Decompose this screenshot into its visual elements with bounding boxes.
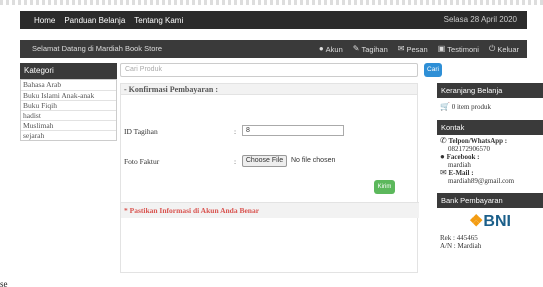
search-button[interactable]: Cari [424,63,442,77]
comment-icon: ▣ [437,44,446,53]
confirmation-title: - Konfirmasi Pembayaran : [121,84,417,95]
menu-keluar[interactable]: ⏻ Keluar [489,45,519,54]
payment-confirmation-panel: - Konfirmasi Pembayaran : ID Tagihan : 8… [120,83,419,273]
menu-keluar-label: Keluar [497,44,519,54]
category-item[interactable]: Muslimah [21,120,116,130]
cart-box: Keranjang Belanja 🛒 0 item produk [437,83,543,114]
category-item[interactable]: Bahasa Arab [21,80,116,90]
comment-icon: ● [440,152,445,161]
bank-box: Bank Pembayaran ❖BNI Rek : 445465 A/N : … [437,193,543,252]
kirim-button[interactable]: Kirim [374,180,395,194]
choose-file-button[interactable]: Choose File [242,155,287,167]
menu-akun-label: Akun [325,44,343,54]
current-date: Selasa 28 April 2020 [443,15,517,24]
user-menu: ● Akun ✎ Tagihan ✉ Pesan ▣ Testimoni ⏻ K… [319,40,519,58]
category-title: Kategori [20,63,117,79]
category-item[interactable]: Buku Fiqih [21,100,116,110]
cart-summary[interactable]: 🛒 0 item produk [437,98,543,114]
edit-icon: ✎ [352,44,360,53]
bank-body: ❖BNI Rek : 445465 A/N : Mardiah [437,208,543,252]
user-icon: ● [318,44,324,53]
bank-title: Bank Pembayaran [437,193,543,208]
phone-icon: ✆ [440,136,447,145]
menu-pesan-label: Pesan [406,44,428,54]
menu-tagihan[interactable]: ✎ Tagihan [353,45,388,54]
nav-tentang-link[interactable]: Tentang Kami [134,16,183,25]
phone-label: Telpon/WhatsApp : [448,137,508,145]
category-sidebar: Kategori Bahasa Arab Buku Islami Anak-an… [20,63,117,141]
cart-items: 0 item produk [451,103,491,111]
bni-logo-text: BNI [483,213,511,230]
nav-home-link[interactable]: Home [34,16,55,25]
faktur-colon: : [234,157,237,166]
bni-logo: ❖BNI [440,212,540,232]
logout-icon: ⏻ [488,44,496,53]
category-list: Bahasa Arab Buku Islami Anak-anak Buku F… [20,79,117,141]
file-status: No file chosen [291,157,336,164]
menu-akun[interactable]: ● Akun [319,45,343,54]
search-input[interactable]: Cari Produk [120,63,418,77]
category-item[interactable]: sejarah [21,130,116,140]
facebook-label: Facebook : [446,153,480,161]
user-navbar: Selamat Datang di Mardiah Book Store ● A… [20,40,527,58]
menu-pesan[interactable]: ✉ Pesan [398,45,428,54]
id-tagihan-label: ID Tagihan [124,127,158,136]
page-text-fragment: se [0,279,8,287]
top-nav-links: Home Panduan Belanja Tentang Kami [34,11,183,29]
nav-panduan-link[interactable]: Panduan Belanja [64,16,125,25]
menu-testimoni[interactable]: ▣ Testimoni [438,45,479,54]
account-notice: * Pastikan Informasi di Akun Anda Benar [121,202,419,218]
category-item[interactable]: hadist [21,110,116,120]
cart-title: Keranjang Belanja [437,83,543,98]
id-colon: : [234,127,237,136]
right-sidebar: Keranjang Belanja 🛒 0 item produk Kontak… [437,83,543,258]
top-navbar: Home Panduan Belanja Tentang Kami Selasa… [20,11,527,29]
contact-title: Kontak [437,120,543,135]
mail-icon: ✉ [397,44,405,53]
id-tagihan-input[interactable]: 8 [242,125,344,136]
phone-number: 082172906570 [448,145,490,153]
email-address: mardiah89@gmail.com [448,177,515,185]
mail-icon: ✉ [440,168,447,177]
bni-mark-icon: ❖ [469,213,484,230]
cart-icon: 🛒 [440,102,450,111]
foto-faktur-label: Foto Faktur [124,157,160,166]
facebook-name: mardiah [448,161,471,169]
email-label: E-Mail : [448,169,474,177]
bank-account-name: A/N : Mardiah [440,242,482,250]
menu-tagihan-label: Tagihan [361,44,388,54]
contact-box: Kontak ✆ Telpon/WhatsApp : 082172906570 … [437,120,543,187]
contact-body: ✆ Telpon/WhatsApp : 082172906570 ● Faceb… [437,135,543,187]
category-item[interactable]: Buku Islami Anak-anak [21,90,116,100]
bank-account-number: Rek : 445465 [440,234,478,242]
menu-testimoni-label: Testimoni [447,44,479,54]
welcome-text: Selamat Datang di Mardiah Book Store [32,44,163,53]
top-decorative-strip [0,0,543,5]
